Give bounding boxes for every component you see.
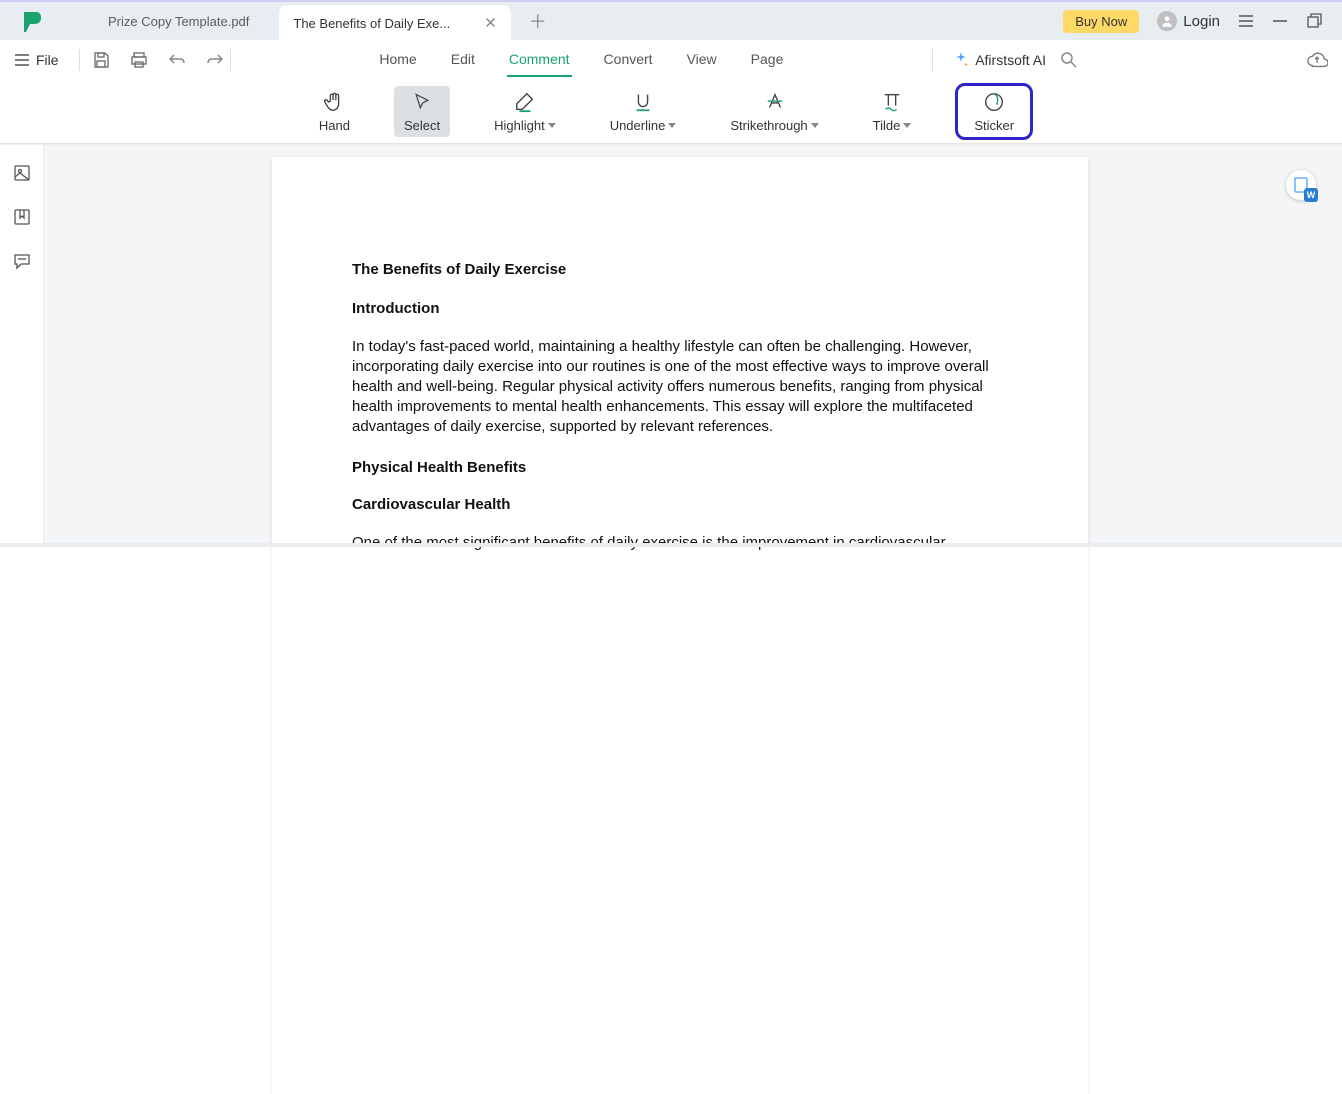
print-icon[interactable] <box>130 51 148 69</box>
cursor-icon <box>412 90 432 114</box>
doc-intro-body: In today's fast-paced world, maintaining… <box>352 337 1008 437</box>
strikethrough-icon <box>764 90 786 114</box>
cloud-upload-icon[interactable] <box>1306 49 1328 71</box>
thumbnails-icon[interactable] <box>12 163 32 183</box>
menu-row: File Home Edit Comment Convert View Page… <box>0 40 1342 80</box>
undo-icon[interactable] <box>168 51 186 69</box>
doc-sub1: Cardiovascular Health <box>352 496 1008 513</box>
hamburger-icon[interactable] <box>1238 13 1254 29</box>
comment-ribbon: Hand Select Highlight Underline Striketh… <box>0 80 1342 144</box>
tool-highlight[interactable]: Highlight <box>484 86 566 137</box>
menu-edit[interactable]: Edit <box>449 43 477 77</box>
menu-tabs: Home Edit Comment Convert View Page <box>237 43 927 77</box>
tool-tilde-label: Tilde <box>873 118 901 133</box>
buy-now-button[interactable]: Buy Now <box>1063 10 1139 33</box>
divider <box>230 49 231 71</box>
tool-strike-label: Strikethrough <box>730 118 807 133</box>
tool-hand[interactable]: Hand <box>309 86 360 137</box>
sticker-icon <box>983 90 1005 114</box>
tool-underline[interactable]: Underline <box>600 86 687 137</box>
tab-active[interactable]: The Benefits of Daily Exe... ✕ <box>279 5 510 41</box>
document-page: The Benefits of Daily Exercise Introduct… <box>272 157 1088 1094</box>
menu-view[interactable]: View <box>685 43 719 77</box>
caret-icon <box>903 123 911 128</box>
tool-sticker[interactable]: Sticker <box>968 88 1020 135</box>
menu-home[interactable]: Home <box>377 43 418 77</box>
file-label: File <box>36 52 59 68</box>
sparkle-icon <box>953 52 969 68</box>
app-logo <box>20 9 44 33</box>
bookmark-icon[interactable] <box>12 207 32 227</box>
tool-hand-label: Hand <box>319 118 350 133</box>
title-bar-right: Buy Now Login <box>1063 10 1332 33</box>
menu-convert[interactable]: Convert <box>602 43 655 77</box>
title-bar: Prize Copy Template.pdf The Benefits of … <box>0 0 1342 40</box>
search-icon[interactable] <box>1060 51 1078 69</box>
left-rail <box>0 145 44 547</box>
tab-inactive[interactable]: Prize Copy Template.pdf <box>78 14 279 29</box>
workspace: The Benefits of Daily Exercise Introduct… <box>0 144 1342 547</box>
doc-intro-heading: Introduction <box>352 300 1008 317</box>
quick-tools <box>86 51 224 69</box>
tab-close-icon[interactable]: ✕ <box>482 12 499 34</box>
file-menu[interactable]: File <box>14 52 73 68</box>
menu-right: Afirstsoft AI <box>926 49 1328 71</box>
menu-page[interactable]: Page <box>749 43 786 77</box>
tool-select-label: Select <box>404 118 440 133</box>
divider <box>79 49 80 71</box>
status-bar <box>0 543 1342 547</box>
restore-icon[interactable] <box>1306 13 1322 29</box>
caret-icon <box>548 123 556 128</box>
doc-title: The Benefits of Daily Exercise <box>352 261 1008 278</box>
tab-add-button[interactable]: ＋ <box>511 8 565 34</box>
ai-button[interactable]: Afirstsoft AI <box>953 52 1046 68</box>
redo-icon[interactable] <box>206 51 224 69</box>
sticker-highlight-box: Sticker <box>955 83 1033 140</box>
tool-tilde[interactable]: Tilde <box>863 86 922 137</box>
tool-strikethrough[interactable]: Strikethrough <box>720 86 828 137</box>
hand-icon <box>323 90 345 114</box>
divider <box>932 49 933 71</box>
tool-sticker-label: Sticker <box>974 118 1014 133</box>
login-label: Login <box>1183 13 1220 30</box>
tool-select[interactable]: Select <box>394 86 450 137</box>
caret-icon <box>811 123 819 128</box>
comments-icon[interactable] <box>12 251 32 271</box>
save-icon[interactable] <box>92 51 110 69</box>
caret-icon <box>668 123 676 128</box>
login-button[interactable]: Login <box>1157 11 1220 31</box>
ai-label: Afirstsoft AI <box>975 52 1046 68</box>
underline-icon <box>632 90 654 114</box>
tool-highlight-label: Highlight <box>494 118 545 133</box>
tool-underline-label: Underline <box>610 118 666 133</box>
highlight-icon <box>514 90 536 114</box>
tab-active-label: The Benefits of Daily Exe... <box>293 16 450 31</box>
word-badge-icon: W <box>1304 188 1318 202</box>
minimize-icon[interactable] <box>1272 13 1288 29</box>
doc-section1: Physical Health Benefits <box>352 459 1008 476</box>
word-export-button[interactable]: W <box>1286 170 1316 200</box>
tilde-icon <box>881 90 903 114</box>
avatar-icon <box>1157 11 1177 31</box>
menu-comment[interactable]: Comment <box>507 43 572 77</box>
